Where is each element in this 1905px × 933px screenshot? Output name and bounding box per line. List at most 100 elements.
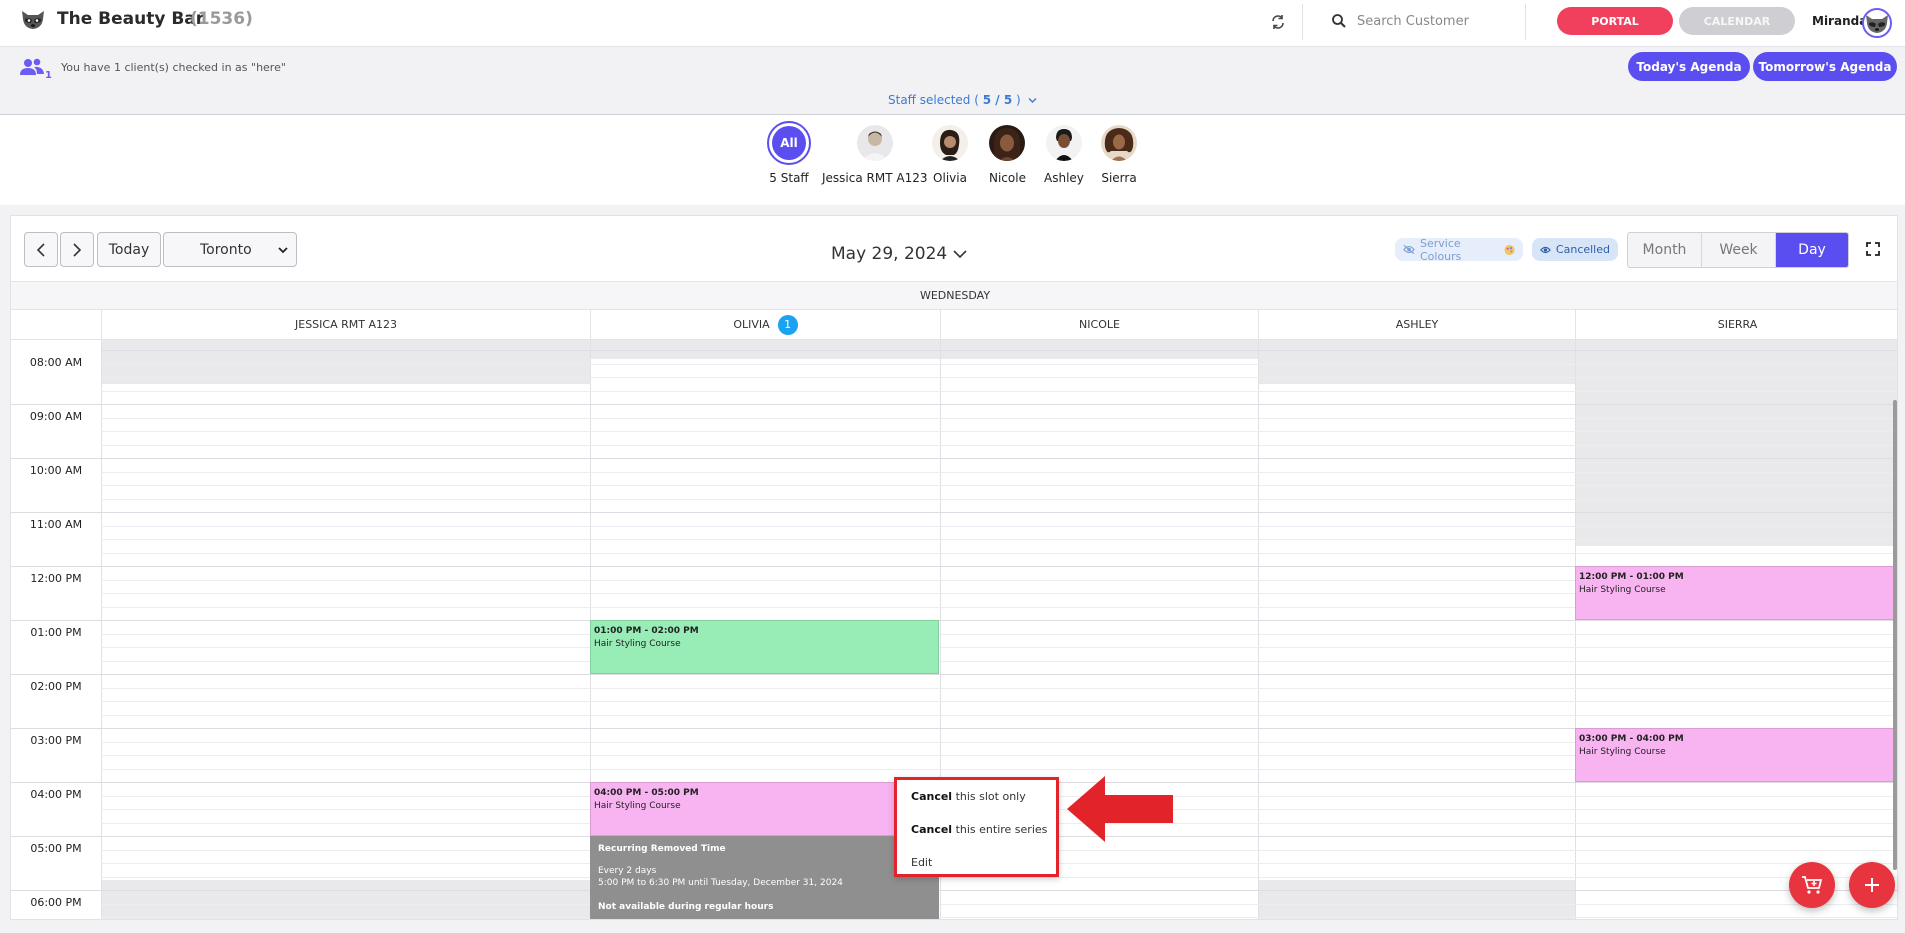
service-colours-toggle[interactable]: Service Colours: [1395, 237, 1523, 263]
recurring-title: Recurring Removed Time: [598, 844, 726, 854]
cart-plus-icon: [1802, 876, 1823, 894]
column-border: [1258, 340, 1259, 919]
grid-line: [11, 836, 101, 837]
scrollbar[interactable]: [1893, 400, 1897, 870]
time-label: 10:00 AM: [29, 464, 83, 477]
cancel-slot-option[interactable]: Cancel this slot only: [911, 790, 1026, 803]
date-title[interactable]: May 29, 2024: [831, 244, 947, 264]
recurring-removed-time-block[interactable]: Recurring Removed Time Every 2 days 5:00 P…: [590, 836, 939, 919]
column-header-nicole: NICOLE: [940, 310, 1258, 340]
grid-line: [101, 404, 1897, 405]
appointment-service: Hair Styling Course: [594, 801, 681, 811]
chevron-down-icon[interactable]: [953, 249, 967, 259]
time-label: 02:00 PM: [30, 680, 82, 693]
week-view-button[interactable]: Week: [1702, 233, 1776, 267]
month-view-button[interactable]: Month: [1628, 233, 1702, 267]
timezone-select[interactable]: Toronto: [163, 232, 297, 267]
staff-filter-all[interactable]: All 5 Staff: [767, 121, 811, 185]
staff-label: Ashley: [1044, 171, 1084, 185]
user-avatar[interactable]: [1862, 8, 1892, 38]
grid-line: [101, 877, 1897, 878]
grid-line: [101, 364, 1897, 365]
appointment-service: Hair Styling Course: [594, 639, 681, 649]
grid-line: [101, 485, 1897, 486]
red-arrow-icon: [1067, 776, 1173, 842]
fullscreen-icon[interactable]: [1866, 242, 1880, 256]
staff-filter-olivia[interactable]: Olivia: [932, 125, 968, 185]
grid-line: [101, 674, 1897, 675]
grid-line: [101, 688, 1897, 689]
option-verb: Cancel: [911, 790, 953, 803]
portal-button[interactable]: PORTAL: [1557, 7, 1673, 35]
appointment-card[interactable]: 01:00 PM - 02:00 PM Hair Styling Course: [590, 620, 939, 674]
edit-option[interactable]: Edit: [911, 856, 932, 869]
unavailable-block: [1258, 880, 1575, 919]
time-column-header: [11, 310, 101, 340]
column-name: JESSICA RMT A123: [295, 318, 397, 331]
user-name: Miranda: [1812, 14, 1868, 28]
checked-in-badge[interactable]: 1: [777, 314, 798, 335]
tomorrows-agenda-button[interactable]: Tomorrow's Agenda: [1753, 52, 1897, 81]
staff-selected-toggle[interactable]: Staff selected ( 5 / 5 ): [888, 93, 1037, 107]
grid-line: [101, 418, 1897, 419]
grid-line: [11, 620, 101, 621]
refresh-icon[interactable]: [1269, 13, 1287, 31]
clients-group-icon[interactable]: [19, 57, 45, 79]
staff-avatar: [932, 125, 968, 161]
eye-slash-icon: [1403, 244, 1415, 255]
appointment-time: 12:00 PM - 01:00 PM: [1579, 572, 1684, 582]
grid-line: [101, 634, 1897, 635]
next-day-button[interactable]: [60, 232, 94, 267]
option-text: this slot only: [952, 790, 1026, 803]
staff-filter-ashley[interactable]: Ashley: [1044, 125, 1084, 185]
grid-line: [11, 566, 101, 567]
appointment-card[interactable]: 03:00 PM - 04:00 PM Hair Styling Course: [1575, 728, 1897, 782]
day-view-button[interactable]: Day: [1776, 233, 1848, 267]
grid-line: [11, 728, 101, 729]
time-label: 03:00 PM: [30, 734, 82, 747]
raccoon-avatar-icon: [1866, 15, 1888, 33]
staff-filter-nicole[interactable]: Nicole: [989, 125, 1026, 185]
staff-avatar: [1045, 125, 1082, 161]
add-appointment-button[interactable]: [1849, 862, 1895, 908]
staff-avatar: [989, 125, 1026, 161]
appointment-card[interactable]: 04:00 PM - 05:00 PM Hair Styling Course: [590, 782, 939, 836]
add-to-cart-button[interactable]: [1789, 862, 1835, 908]
grid-line: [101, 904, 1897, 905]
staff-selected-count: 5 / 5: [982, 93, 1013, 107]
grid-line: [101, 431, 1897, 432]
grid-line: [11, 890, 101, 891]
staff-avatar: [1101, 125, 1137, 161]
grid-line: [101, 526, 1897, 527]
chevron-down-icon: [278, 247, 288, 254]
unavailable-block: [1575, 340, 1897, 546]
cancel-series-option[interactable]: Cancel this entire series: [911, 823, 1047, 836]
calendar-button[interactable]: CALENDAR: [1679, 7, 1795, 35]
grid-line: [11, 782, 101, 783]
prev-day-button[interactable]: [24, 232, 58, 267]
grid-line: [11, 404, 101, 405]
divider: [1302, 4, 1303, 40]
staff-filter-sierra[interactable]: Sierra: [1101, 125, 1137, 185]
staff-filter-jessica[interactable]: Jessica RMT A123: [822, 125, 927, 185]
cancelled-toggle[interactable]: Cancelled: [1532, 238, 1618, 261]
grid-line: [11, 458, 101, 459]
column-header-jessica: JESSICA RMT A123: [101, 310, 590, 340]
column-header-olivia: OLIVIA 1: [590, 310, 940, 340]
grid-line: [101, 458, 1897, 459]
appointment-card[interactable]: 12:00 PM - 01:00 PM Hair Styling Course: [1575, 566, 1897, 620]
grid-line: [101, 350, 1897, 351]
staff-label: Sierra: [1101, 171, 1137, 185]
chevron-down-icon: [1028, 98, 1037, 103]
grid-line: [101, 539, 1897, 540]
search-customer-input[interactable]: [1357, 8, 1517, 34]
staff-label: Olivia: [933, 171, 967, 185]
time-label: 08:00 AM: [29, 356, 83, 369]
staff-avatar: All: [767, 121, 811, 165]
today-button[interactable]: Today: [97, 232, 161, 267]
appointment-context-menu: Cancel this slot only Cancel this entire…: [894, 777, 1059, 877]
column-border: [1575, 340, 1576, 919]
raccoon-logo-icon: [22, 11, 44, 29]
todays-agenda-button[interactable]: Today's Agenda: [1628, 52, 1750, 81]
recurring-frequency: Every 2 days: [598, 866, 657, 876]
